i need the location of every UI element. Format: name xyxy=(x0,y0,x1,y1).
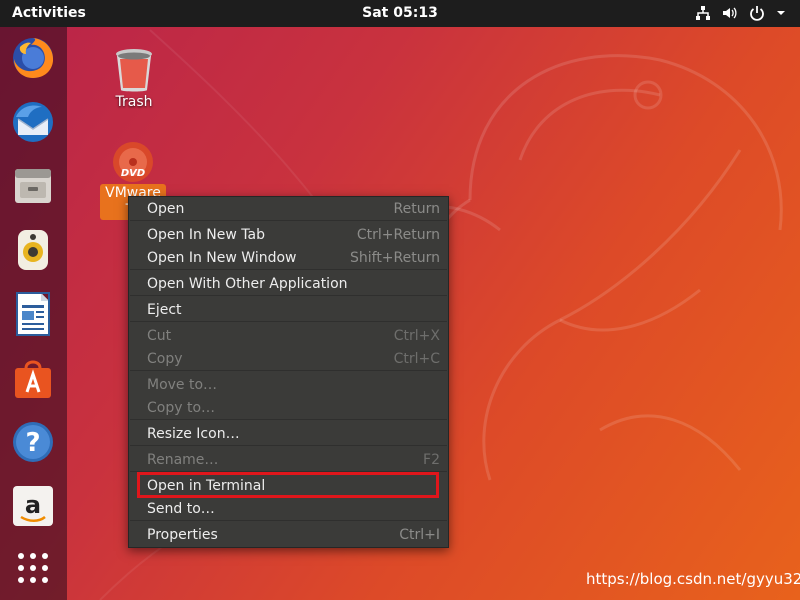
firefox-icon xyxy=(13,38,54,78)
dock: ? a xyxy=(0,27,67,600)
menu-item-open[interactable]: Open Return xyxy=(129,198,448,220)
menu-item-shortcut: Ctrl+I xyxy=(399,527,440,543)
menu-item-label: Resize Icon… xyxy=(147,426,240,442)
menu-item-label: Send to… xyxy=(147,501,215,517)
network-icon[interactable] xyxy=(695,5,711,21)
menu-item-shortcut: Shift+Return xyxy=(349,250,440,266)
menu-item-label: Rename… xyxy=(147,452,219,468)
menu-item-label: Open In New Window xyxy=(147,250,297,266)
menu-item-label: Properties xyxy=(147,527,218,543)
watermark-url: https://blog.csdn.net/gyyu32g xyxy=(586,570,800,588)
help-icon: ? xyxy=(13,422,53,462)
menu-item-rename: Rename… F2 xyxy=(129,449,448,471)
svg-text:?: ? xyxy=(25,428,40,458)
menu-item-label: Copy xyxy=(147,351,183,367)
menu-item-label: Open With Other Application xyxy=(147,276,348,292)
menu-item-label: Open xyxy=(147,201,185,217)
menu-item-properties[interactable]: Properties Ctrl+I xyxy=(129,524,448,546)
dock-thunderbird[interactable] xyxy=(8,97,58,147)
menu-item-shortcut: Ctrl+Return xyxy=(356,227,440,243)
menu-item-shortcut: Ctrl+X xyxy=(393,328,440,344)
menu-item-label: Copy to… xyxy=(147,400,216,416)
shopping-bag-icon xyxy=(15,360,51,398)
menu-separator xyxy=(130,370,447,371)
system-tray[interactable] xyxy=(695,5,786,21)
amazon-icon: a xyxy=(13,486,53,526)
power-icon[interactable] xyxy=(749,5,765,21)
trash-icon xyxy=(116,49,152,92)
menu-item-open-in-new-tab[interactable]: Open In New Tab Ctrl+Return xyxy=(129,224,448,246)
app-grid-icon xyxy=(18,553,48,583)
menu-item-label: Open In New Tab xyxy=(147,227,265,243)
file-cabinet-icon xyxy=(15,169,51,203)
menu-separator xyxy=(130,419,447,420)
menu-item-eject[interactable]: Eject xyxy=(129,299,448,321)
svg-text:a: a xyxy=(25,491,41,519)
dock-ubuntu-software[interactable] xyxy=(8,353,58,403)
desktop-trash[interactable]: Trash xyxy=(104,46,164,110)
menu-item-shortcut: F2 xyxy=(423,452,440,468)
menu-item-resize-icon[interactable]: Resize Icon… xyxy=(129,423,448,445)
writer-document-icon xyxy=(16,292,50,336)
menu-item-open-with-other-application[interactable]: Open With Other Application xyxy=(129,273,448,295)
dvd-text: DVD xyxy=(121,168,145,179)
dock-rhythmbox[interactable] xyxy=(8,225,58,275)
trash-label: Trash xyxy=(115,94,153,110)
menu-item-send-to[interactable]: Send to… xyxy=(129,498,448,520)
menu-item-copy: Copy Ctrl+C xyxy=(129,348,448,370)
menu-separator xyxy=(130,220,447,221)
thunderbird-icon xyxy=(13,102,53,142)
menu-item-shortcut: Return xyxy=(393,201,440,217)
menu-separator xyxy=(130,520,447,521)
clock-button[interactable]: Sat 05:13 xyxy=(0,5,800,21)
menu-separator xyxy=(130,295,447,296)
menu-item-cut: Cut Ctrl+X xyxy=(129,325,448,347)
dock-show-applications[interactable] xyxy=(8,543,58,593)
menu-separator xyxy=(130,445,447,446)
menu-item-label: Eject xyxy=(147,302,182,318)
dvd-icon: DVD xyxy=(113,142,153,182)
menu-separator xyxy=(130,321,447,322)
menu-separator xyxy=(130,269,447,270)
menu-item-label: Cut xyxy=(147,328,172,344)
dock-libreoffice-writer[interactable] xyxy=(8,289,58,339)
menu-item-copy-to: Copy to… xyxy=(129,397,448,419)
menu-item-open-in-new-window[interactable]: Open In New Window Shift+Return xyxy=(129,247,448,269)
menu-item-move-to: Move to… xyxy=(129,374,448,396)
dock-amazon[interactable]: a xyxy=(8,481,58,531)
speaker-icon xyxy=(18,230,48,270)
menu-item-shortcut: Ctrl+C xyxy=(393,351,440,367)
open-in-terminal-highlight xyxy=(137,472,439,498)
dock-files[interactable] xyxy=(8,161,58,211)
dock-help[interactable]: ? xyxy=(8,417,58,467)
volume-icon[interactable] xyxy=(722,5,738,21)
dock-firefox[interactable] xyxy=(8,33,58,83)
menu-arrow-icon[interactable] xyxy=(776,8,786,18)
top-bar: Activities Sat 05:13 xyxy=(0,0,800,27)
menu-item-label: Move to… xyxy=(147,377,218,393)
